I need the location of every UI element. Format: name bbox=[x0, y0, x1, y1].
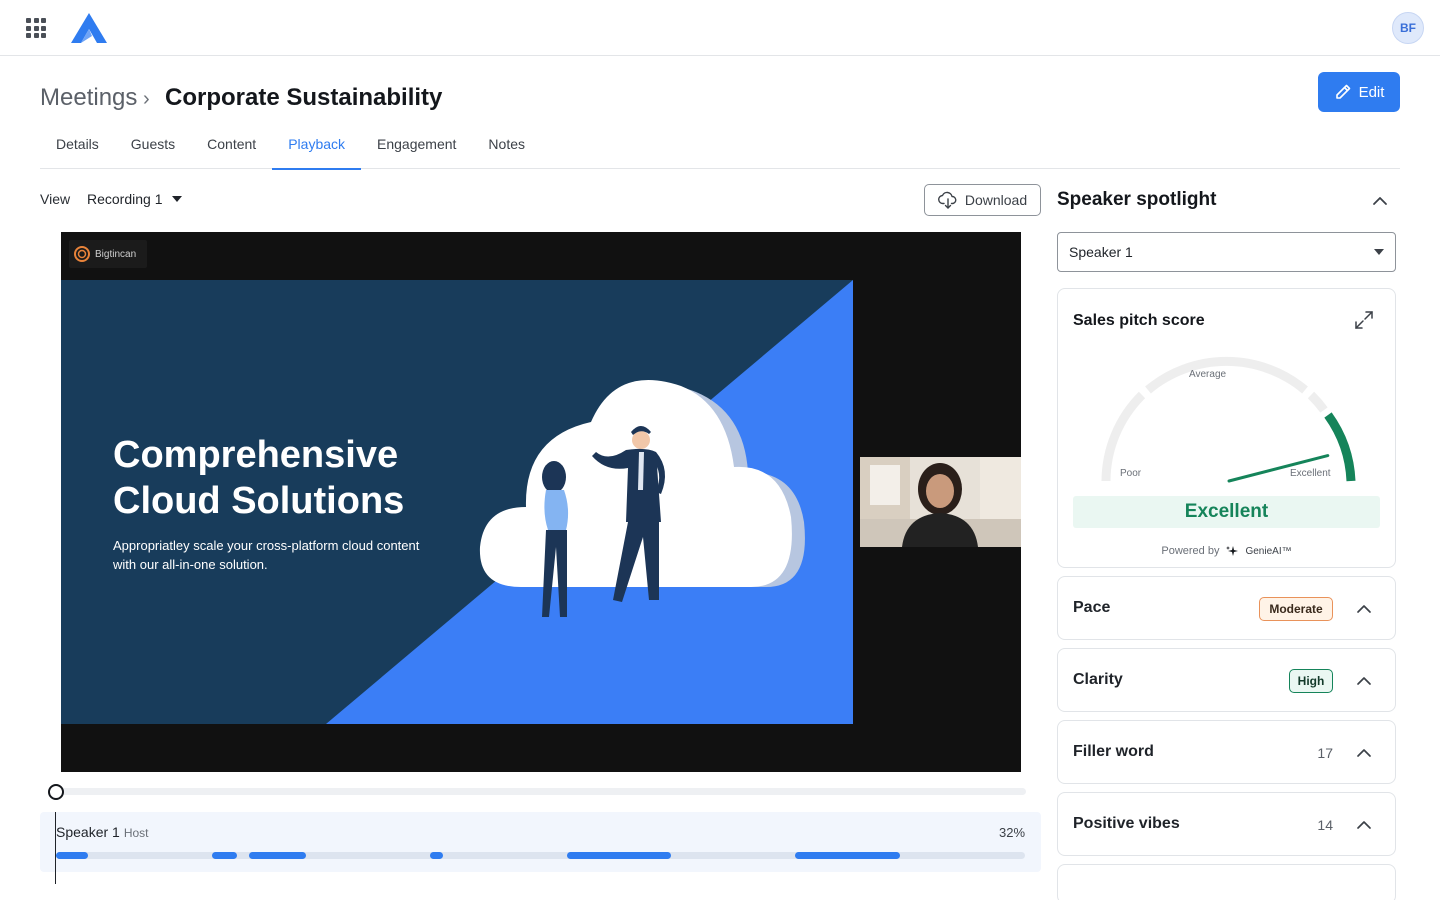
speaker-talk-segment[interactable] bbox=[56, 852, 88, 859]
playback-handle[interactable] bbox=[48, 784, 64, 800]
speaker-talk-segment[interactable] bbox=[430, 852, 443, 859]
metric-card-positive-vibes[interactable]: Positive vibes 14 bbox=[1057, 792, 1396, 856]
tab-guests[interactable]: Guests bbox=[115, 124, 191, 169]
sparkle-icon bbox=[1226, 546, 1239, 556]
speaker-timeline-name: Speaker 1 Host bbox=[56, 824, 149, 840]
tab-details[interactable]: Details bbox=[40, 124, 115, 169]
caret-down-icon bbox=[171, 196, 182, 202]
brand-chip-label: Bigtincan bbox=[95, 248, 137, 260]
powered-by: Powered by GenieAI™ bbox=[1058, 545, 1395, 557]
metric-card-clarity[interactable]: Clarity High bbox=[1057, 648, 1396, 712]
speaker-talk-segment[interactable] bbox=[248, 852, 306, 859]
chevron-up-icon[interactable] bbox=[1369, 190, 1391, 212]
speaker-role: Host bbox=[123, 826, 149, 840]
brand-chip: Bigtincan bbox=[69, 240, 147, 268]
tab-engagement[interactable]: Engagement bbox=[361, 124, 472, 169]
chevron-up-icon[interactable] bbox=[1354, 815, 1374, 835]
expand-icon[interactable] bbox=[1353, 309, 1375, 331]
metric-label: Positive vibes bbox=[1073, 815, 1180, 832]
playback-progress-track[interactable] bbox=[56, 788, 1026, 795]
recording-select-value: Recording 1 bbox=[87, 191, 163, 207]
gauge-label-average: Average bbox=[1189, 369, 1227, 380]
slide-title: Comprehensive Cloud Solutions bbox=[113, 434, 405, 522]
slide-subtitle: Appropriatley scale your cross-platform … bbox=[113, 538, 420, 572]
edit-label: Edit bbox=[1358, 83, 1385, 101]
gauge-label-poor: Poor bbox=[1120, 468, 1142, 479]
speaker-talk-segment[interactable] bbox=[212, 852, 238, 859]
tab-notes[interactable]: Notes bbox=[472, 124, 541, 169]
score-card-title: Sales pitch score bbox=[1073, 312, 1205, 329]
download-button[interactable]: Download bbox=[924, 184, 1041, 216]
view-label: View bbox=[40, 191, 71, 207]
metric-count: 17 bbox=[1317, 745, 1333, 761]
metric-card-filler-word[interactable]: Filler word 17 bbox=[1057, 720, 1396, 784]
tab-playback[interactable]: Playback bbox=[272, 124, 361, 170]
powered-by-provider: GenieAI™ bbox=[1245, 545, 1292, 557]
metric-label: Filler word bbox=[1073, 743, 1154, 760]
speaker-talk-percent: 32% bbox=[999, 825, 1026, 840]
gauge-label-excellent: Excellent bbox=[1290, 468, 1331, 479]
speaker-timeline bbox=[40, 812, 1041, 872]
top-bar: BF bbox=[0, 0, 1440, 56]
metric-label: Clarity bbox=[1073, 671, 1123, 688]
speaker-select-value: Speaker 1 bbox=[1069, 244, 1133, 260]
breadcrumb-meetings[interactable]: Meetings bbox=[40, 84, 137, 112]
sales-pitch-score-card: Sales pitch score Average Poor Excellent… bbox=[1057, 288, 1396, 568]
user-avatar[interactable]: BF bbox=[1392, 12, 1424, 44]
chevron-up-icon[interactable] bbox=[1354, 671, 1374, 691]
brand-swirl-icon bbox=[74, 246, 90, 262]
metric-badge: Moderate bbox=[1259, 597, 1333, 621]
page-title: Corporate Sustainability bbox=[165, 84, 443, 111]
chevron-up-icon[interactable] bbox=[1354, 599, 1374, 619]
metric-card-partial[interactable] bbox=[1057, 864, 1396, 900]
speaker-talk-segment[interactable] bbox=[566, 852, 672, 859]
edit-button[interactable]: Edit bbox=[1318, 72, 1400, 112]
metric-card-pace[interactable]: Pace Moderate bbox=[1057, 576, 1396, 640]
metric-badge: High bbox=[1289, 669, 1333, 693]
participant-webcam-thumbnail[interactable] bbox=[860, 457, 1021, 547]
presentation-slide: Comprehensive Cloud Solutions Appropriat… bbox=[61, 280, 853, 724]
caret-down-icon bbox=[1374, 249, 1384, 255]
metric-count: 14 bbox=[1317, 817, 1333, 833]
timeline-cursor bbox=[55, 812, 56, 884]
cloud-people-illustration bbox=[479, 379, 805, 617]
tab-bar: Details Guests Content Playback Engageme… bbox=[40, 124, 1400, 170]
score-result: Excellent bbox=[1073, 496, 1380, 528]
brand-logo-icon[interactable] bbox=[70, 12, 108, 44]
pencil-icon bbox=[1335, 84, 1350, 99]
metric-label: Pace bbox=[1073, 599, 1111, 616]
tab-content[interactable]: Content bbox=[191, 124, 272, 169]
video-player[interactable]: Bigtincan Comprehensive Cloud Solutions … bbox=[61, 232, 1021, 772]
cloud-download-icon bbox=[937, 191, 957, 209]
speaker-spotlight-title: Speaker spotlight bbox=[1057, 189, 1217, 210]
recording-select[interactable]: Recording 1 bbox=[87, 191, 182, 207]
powered-by-label: Powered by bbox=[1161, 545, 1220, 557]
chevron-up-icon[interactable] bbox=[1354, 743, 1374, 763]
apps-grid-icon[interactable] bbox=[26, 18, 46, 38]
speaker-select[interactable]: Speaker 1 bbox=[1057, 232, 1396, 272]
speaker-talk-segment[interactable] bbox=[795, 852, 900, 859]
download-label: Download bbox=[964, 192, 1028, 208]
speaker-name: Speaker 1 bbox=[56, 824, 120, 840]
breadcrumb-separator: › bbox=[143, 88, 150, 110]
